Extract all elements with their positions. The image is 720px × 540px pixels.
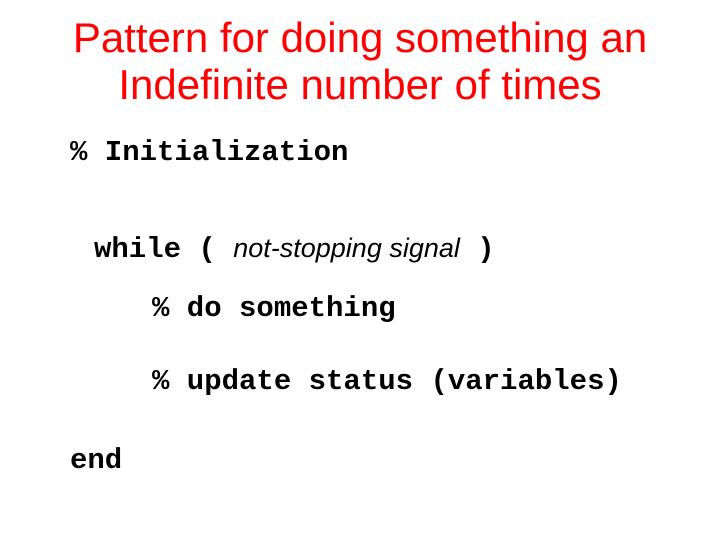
- while-condition: not-stopping signal: [233, 233, 460, 263]
- paren-open: (: [181, 233, 233, 266]
- spacer: [70, 284, 692, 292]
- title-line-2: Indefinite number of times: [118, 61, 601, 108]
- spacer: [70, 325, 692, 365]
- slide: Pattern for doing something an Indefinit…: [0, 0, 720, 540]
- title-line-1: Pattern for doing something an: [73, 14, 647, 61]
- slide-body: % Initialization while ( not-stopping si…: [0, 108, 720, 477]
- code-do-something: % do something: [70, 292, 692, 325]
- while-keyword: while: [94, 233, 181, 266]
- code-end: end: [70, 444, 692, 477]
- paren-close: ): [460, 233, 495, 266]
- slide-title: Pattern for doing something an Indefinit…: [0, 0, 720, 108]
- code-while-line: while ( not-stopping signal ): [70, 215, 692, 284]
- spacer: [70, 169, 692, 215]
- code-update-status: % update status (variables): [70, 365, 692, 398]
- spacer: [70, 398, 692, 444]
- code-initialization: % Initialization: [70, 136, 692, 169]
